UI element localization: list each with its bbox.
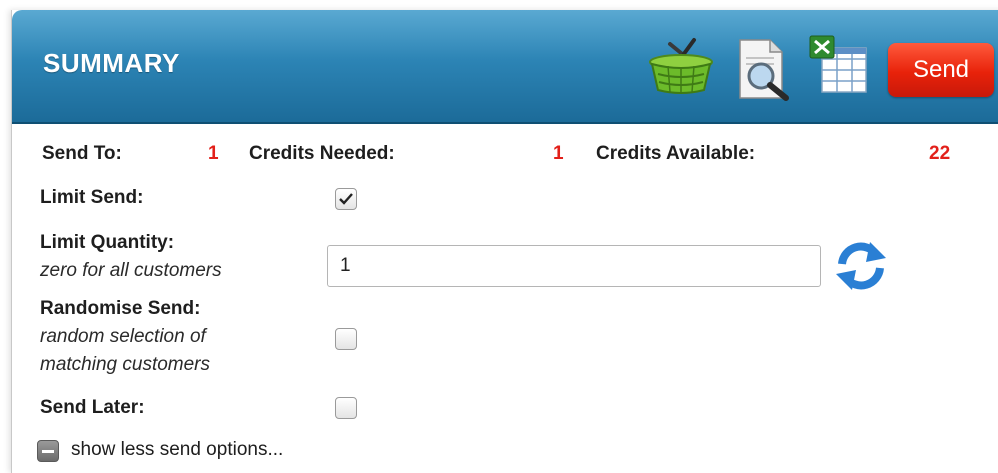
credits-needed-label: Credits Needed: (249, 143, 395, 164)
randomise-send-checkbox[interactable] (335, 328, 357, 350)
refresh-icon[interactable] (832, 238, 890, 294)
show-less-options-link[interactable]: show less send options... (71, 439, 283, 461)
randomise-hint-line2: matching customers (40, 354, 211, 375)
credits-available-value: 22 (929, 143, 951, 164)
collapse-options-icon[interactable] (37, 440, 59, 462)
send-to-label: Send To: (42, 143, 122, 164)
limit-quantity-input[interactable] (327, 245, 821, 287)
send-button[interactable]: Send (888, 43, 994, 97)
send-to-value: 1 (208, 143, 219, 164)
send-later-label: Send Later: (40, 397, 145, 418)
preview-document-icon[interactable] (734, 38, 794, 102)
randomise-hint-line1: random selection of (40, 326, 206, 347)
limit-send-checkbox[interactable] (335, 188, 357, 210)
excel-export-icon[interactable] (808, 34, 870, 96)
limit-quantity-hint: zero for all customers (40, 260, 222, 281)
credits-needed-value: 1 (553, 143, 564, 164)
limit-quantity-label: Limit Quantity: (40, 232, 175, 253)
randomise-send-label: Randomise Send: (40, 298, 201, 319)
credits-available-label: Credits Available: (596, 143, 756, 164)
limit-send-label: Limit Send: (40, 187, 144, 208)
basket-icon[interactable] (648, 36, 714, 96)
send-later-checkbox[interactable] (335, 397, 357, 419)
summary-panel: SUMMARY Send Send To: 1 Credits Needed: … (11, 10, 998, 473)
page-title: SUMMARY (43, 48, 180, 78)
summary-header: SUMMARY Send (12, 10, 998, 124)
checkmark-icon (339, 193, 353, 205)
